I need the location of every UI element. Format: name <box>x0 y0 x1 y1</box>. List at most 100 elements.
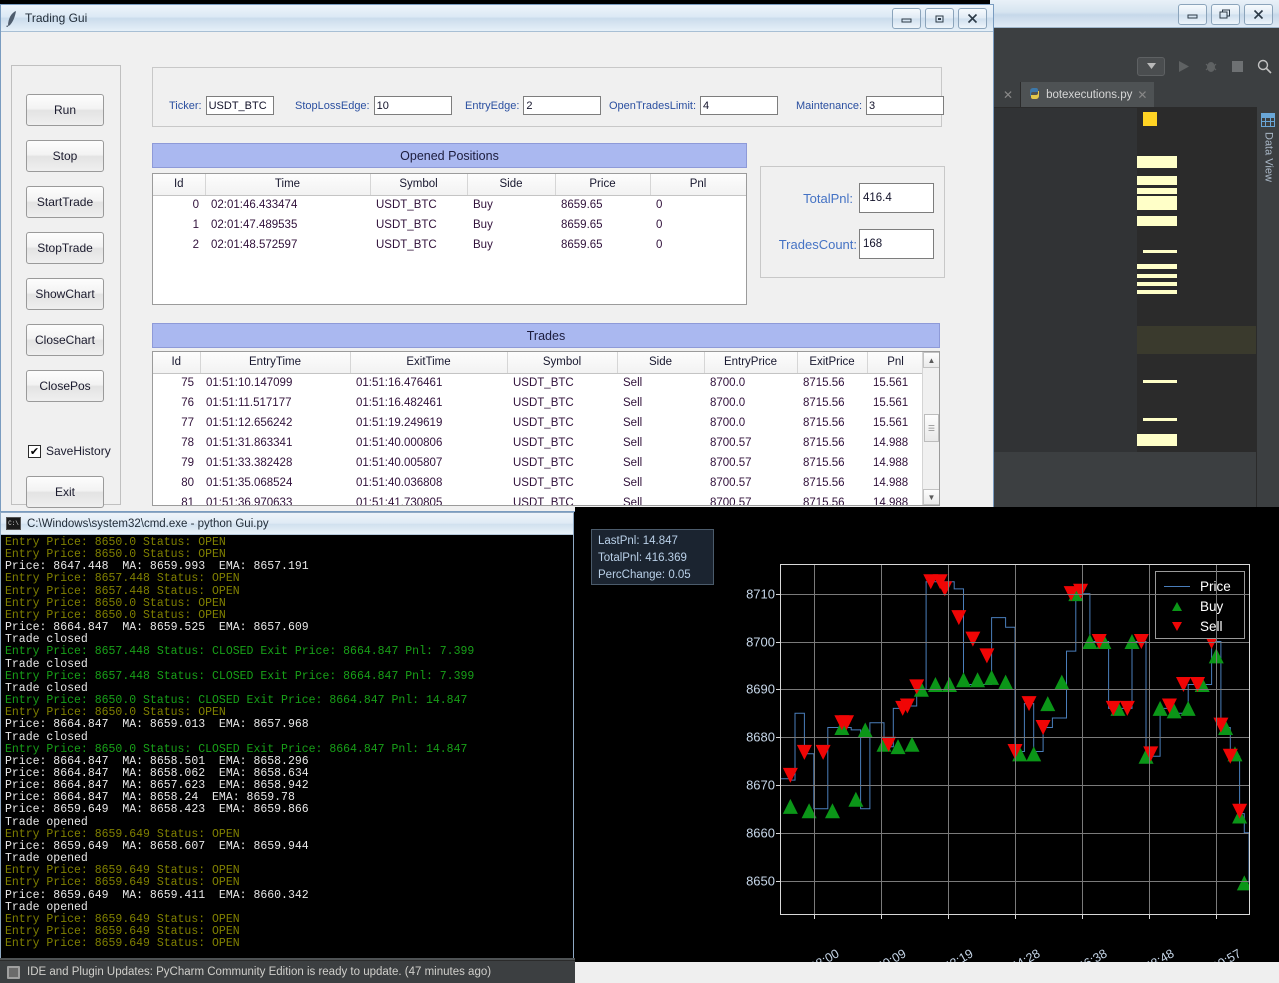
pycharm-window-buttons[interactable] <box>1178 4 1273 25</box>
trades-table[interactable]: Id EntryTime ExitTime Symbol Side EntryP… <box>152 351 940 506</box>
run-icon[interactable] <box>1175 58 1192 75</box>
col-side[interactable]: Side <box>617 352 705 374</box>
entry-edge-field[interactable]: EntryEdge: <box>465 96 602 115</box>
table-row[interactable]: 79 01:51:33.382428 01:51:40.005807 USDT_… <box>153 453 922 473</box>
col-price[interactable]: Price <box>555 174 651 196</box>
y-tick-mark <box>776 689 781 691</box>
pycharm-menu-strip[interactable] <box>990 28 1279 50</box>
ticker-input[interactable] <box>205 96 274 115</box>
save-history-checkbox[interactable]: ✔ <box>28 444 41 458</box>
scroll-down-icon[interactable]: ▼ <box>923 489 939 505</box>
stop-trade-button[interactable]: StopTrade <box>26 232 104 264</box>
pycharm-toolbar[interactable] <box>990 50 1279 82</box>
stop-icon[interactable] <box>1229 58 1246 75</box>
close-icon[interactable]: ✕ <box>1003 88 1013 102</box>
col-pnl[interactable]: Pnl <box>650 174 746 196</box>
grid-line <box>814 565 816 914</box>
pycharm-editor[interactable] <box>990 107 1256 452</box>
update-notification-icon[interactable] <box>7 965 20 979</box>
chart-canvas[interactable]: LastPnl: 14.847 TotalPnl: 416.369 PercCh… <box>575 507 1279 983</box>
total-pnl-value[interactable] <box>859 183 934 213</box>
trades-scrollbar[interactable]: ▲ ☰ ▼ <box>922 352 939 505</box>
stop-loss-edge-field[interactable]: StopLossEdge: <box>295 96 452 115</box>
col-exittime[interactable]: ExitTime <box>350 352 508 374</box>
col-time[interactable]: Time <box>205 174 371 196</box>
cell-exitprice: 8715.56 <box>803 477 845 489</box>
cell-exittime: 01:51:16.482461 <box>356 397 443 409</box>
col-id[interactable]: Id <box>153 352 201 374</box>
table-row[interactable]: 76 01:51:11.517177 01:51:16.482461 USDT_… <box>153 393 922 413</box>
editor-tab-partial[interactable]: ✕ <box>990 82 1020 107</box>
maintenance-field[interactable]: Maintenance: <box>796 96 945 115</box>
console-output[interactable]: Entry Price: 8650.0 Status: OPEN Entry Pr… <box>3 536 571 980</box>
restore-icon[interactable] <box>925 8 954 29</box>
debug-icon[interactable] <box>1202 58 1219 75</box>
price-plot-area[interactable]: Price Buy Sell 8650 8660 8670 8680 8690 8700 8… <box>746 564 1250 983</box>
show-chart-button[interactable]: ShowChart <box>26 278 104 310</box>
scroll-up-icon[interactable]: ▲ <box>923 352 939 368</box>
cell-symbol: USDT_BTC <box>376 199 437 212</box>
col-exitprice[interactable]: ExitPrice <box>797 352 868 374</box>
col-entrytime[interactable]: EntryTime <box>200 352 351 374</box>
stop-button[interactable]: Stop <box>26 140 104 172</box>
run-configurations-dropdown-icon[interactable] <box>1137 56 1165 76</box>
start-trade-button[interactable]: StartTrade <box>26 186 104 218</box>
entry-edge-input[interactable] <box>523 96 602 115</box>
search-icon[interactable] <box>1256 58 1273 75</box>
summary-panel: TotalPnl: TradesCount: <box>760 166 945 278</box>
sidebar-item-data-view[interactable]: Data View <box>1259 111 1278 182</box>
trading-gui-title-bar[interactable]: Trading Gui <box>1 5 993 32</box>
restore-icon[interactable] <box>1211 4 1240 25</box>
pycharm-status-bar[interactable]: IDE and Plugin Updates: PyCharm Communit… <box>0 960 575 983</box>
col-pnl[interactable]: Pnl <box>867 352 922 374</box>
opened-positions-table[interactable]: Id Time Symbol Side Price Pnl 0 02:01:46… <box>152 173 747 305</box>
ticker-field[interactable]: Ticker: <box>169 96 274 115</box>
buy-marker <box>1040 696 1056 712</box>
col-symbol[interactable]: Symbol <box>370 174 468 196</box>
open-trades-limit-input[interactable] <box>700 96 779 115</box>
stop-loss-edge-input[interactable] <box>373 96 452 115</box>
save-history-checkbox-row[interactable]: ✔ SaveHistory <box>28 444 111 458</box>
close-pos-button[interactable]: ClosePos <box>26 370 104 402</box>
col-id[interactable]: Id <box>153 174 206 196</box>
pycharm-editor-tabs[interactable]: ✕ botexecutions.py ✕ <box>990 82 1279 107</box>
minimize-icon[interactable] <box>892 8 921 29</box>
open-trades-limit-field[interactable]: OpenTradesLimit: <box>609 96 779 115</box>
close-icon[interactable]: ✕ <box>1137 88 1147 102</box>
close-chart-button[interactable]: CloseChart <box>26 324 104 356</box>
code-highlight <box>1137 176 1177 185</box>
table-row[interactable]: 78 01:51:31.863341 01:51:40.000806 USDT_… <box>153 433 922 453</box>
chart-window[interactable]: LastPnl: 14.847 TotalPnl: 416.369 PercCh… <box>575 507 1279 983</box>
buy-marker <box>782 798 798 814</box>
maintenance-input[interactable] <box>866 96 945 115</box>
table-row[interactable]: 0 02:01:46.433474 USDT_BTC Buy 8659.65 0 <box>153 195 746 215</box>
buy-marker <box>824 803 840 819</box>
cmd-console-window[interactable]: C:\ C:\Windows\system32\cmd.exe - python… <box>0 512 574 983</box>
minimize-icon[interactable] <box>1178 4 1207 25</box>
col-symbol[interactable]: Symbol <box>507 352 618 374</box>
trading-gui-window[interactable]: Trading Gui Run Stop StartTrade StopTrad… <box>0 4 994 512</box>
code-highlight <box>1137 216 1177 226</box>
table-row[interactable]: 80 01:51:35.068524 01:51:40.036808 USDT_… <box>153 473 922 493</box>
exit-button[interactable]: Exit <box>26 476 104 508</box>
close-icon[interactable] <box>958 8 987 29</box>
table-row[interactable]: 2 02:01:48.572597 USDT_BTC Buy 8659.65 0 <box>153 235 746 255</box>
trades-count-value[interactable] <box>859 229 934 259</box>
cell-symbol: USDT_BTC <box>513 377 574 390</box>
table-row[interactable]: 75 01:51:10.147099 01:51:16.476461 USDT_… <box>153 373 922 393</box>
table-row[interactable]: 77 01:51:12.656242 01:51:19.249619 USDT_… <box>153 413 922 433</box>
editor-tab-botexecutions[interactable]: botexecutions.py ✕ <box>1020 82 1155 107</box>
scrollbar-thumb[interactable]: ☰ <box>924 414 939 442</box>
run-button[interactable]: Run <box>26 94 104 126</box>
close-icon[interactable] <box>1244 4 1273 25</box>
entry-edge-label: EntryEdge: <box>465 99 520 112</box>
trading-gui-window-buttons[interactable] <box>892 8 987 29</box>
table-row[interactable]: 1 02:01:47.489535 USDT_BTC Buy 8659.65 0 <box>153 215 746 235</box>
table-row[interactable]: 81 01:51:36.970633 01:51:41.730805 USDT_… <box>153 493 922 505</box>
cell-time: 02:01:47.489535 <box>211 219 298 231</box>
console-title-bar[interactable]: C:\ C:\Windows\system32\cmd.exe - python… <box>1 513 573 535</box>
col-entryprice[interactable]: EntryPrice <box>704 352 798 374</box>
col-side[interactable]: Side <box>467 174 556 196</box>
pycharm-title-bar[interactable] <box>990 0 1279 28</box>
editor-code-area[interactable] <box>1137 108 1256 452</box>
